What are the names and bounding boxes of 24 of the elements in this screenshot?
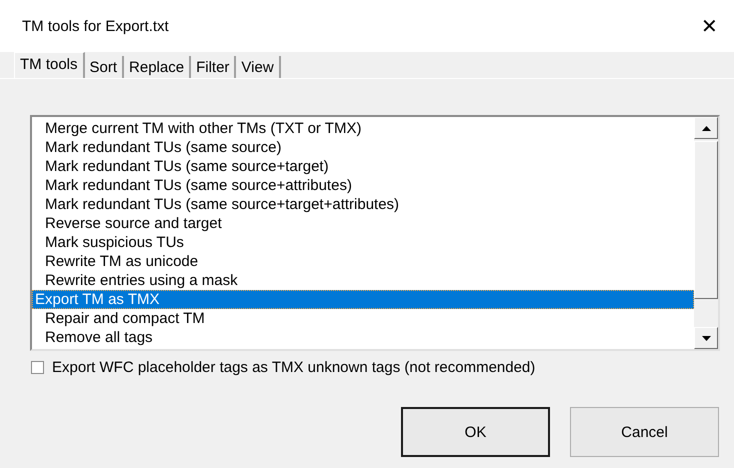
scrollbar-thumb[interactable] (694, 141, 718, 299)
list-item[interactable]: Rewrite TM as unicode (32, 252, 694, 271)
list-item[interactable]: Mark redundant TUs (same source+attributes) (32, 176, 694, 195)
close-button[interactable]: ✕ (693, 10, 726, 42)
checkbox[interactable] (31, 361, 44, 374)
list-item[interactable]: Mark redundant TUs (same source+target) (32, 157, 694, 176)
list-item[interactable]: Mark redundant TUs (same source) (32, 138, 694, 157)
cancel-button[interactable]: Cancel (570, 407, 719, 457)
list-item[interactable]: Repair and compact TM (32, 309, 694, 328)
checkbox-label: Export WFC placeholder tags as TMX unknown tags (not recommended) (52, 359, 536, 376)
list-item[interactable]: Reverse source and target (32, 214, 694, 233)
down-arrow-icon (702, 336, 710, 340)
list-item[interactable]: Merge current TM with other TMs (TXT or TMX) (32, 119, 694, 138)
window-title: TM tools for Export.txt (22, 18, 169, 34)
scroll-up-button[interactable] (694, 117, 718, 139)
list-item[interactable]: Export TM as TMX (32, 290, 694, 309)
list-item[interactable]: Rewrite entries using a mask (32, 271, 694, 290)
list-item[interactable]: Remove all tags (32, 328, 694, 347)
list-item[interactable]: Mark suspicious TUs (32, 233, 694, 252)
tab[interactable]: TM tools (14, 52, 85, 78)
scroll-down-button[interactable] (694, 327, 718, 349)
ok-button[interactable]: OK (401, 407, 550, 457)
list-item[interactable]: Mark redundant TUs (same source+target+attributes) (32, 195, 694, 214)
up-arrow-icon (702, 126, 710, 130)
